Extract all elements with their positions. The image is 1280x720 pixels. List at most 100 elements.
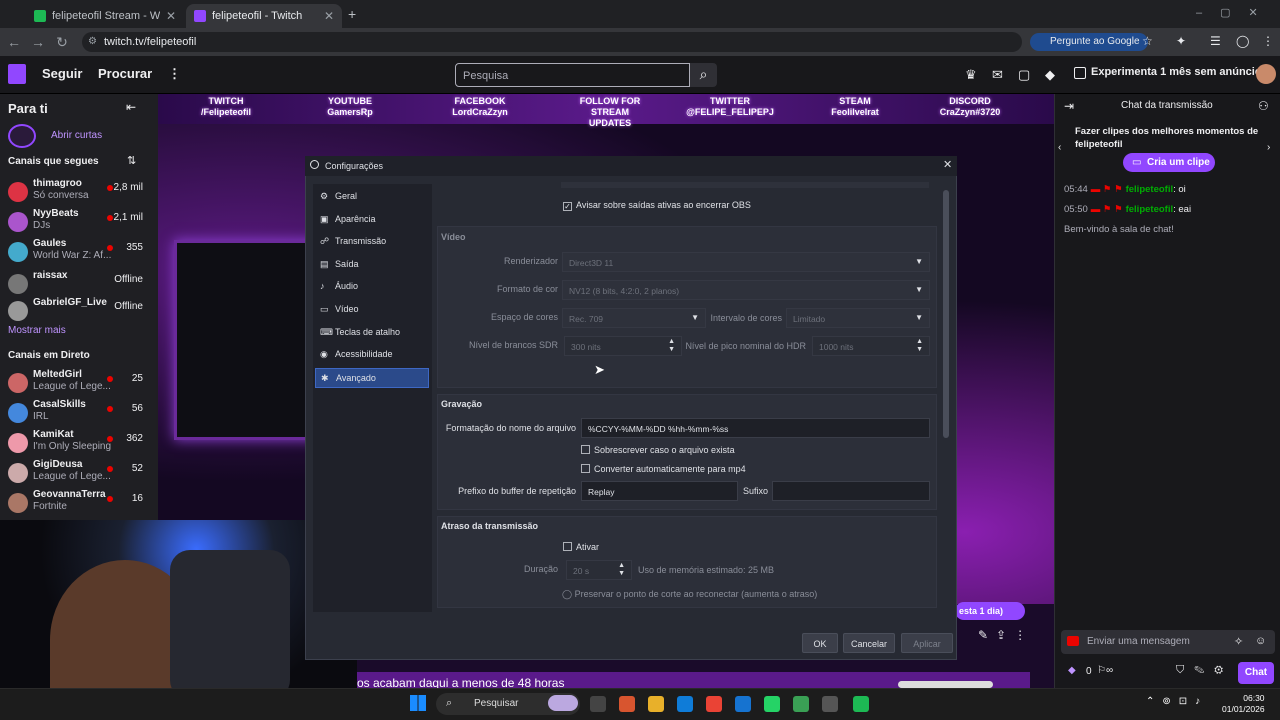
sidebar-channel[interactable]: MeltedGirl League of Lege... 25 [8, 369, 153, 397]
channel-points-icon[interactable]: ◆ [1068, 665, 1076, 676]
browser-tab-active[interactable]: felipeteofil - Twitch ✕ [186, 4, 342, 28]
channel-avatar [8, 373, 28, 393]
settings-nav-item[interactable]: ✱ Avançado [315, 367, 429, 388]
ad-free-promo[interactable]: Experimenta 1 mês sem anúncios [1091, 66, 1268, 78]
settings-nav-item[interactable]: ▣ Aparência [315, 210, 429, 230]
community-icon[interactable]: ⚇ [1258, 99, 1269, 113]
tab-close-icon[interactable]: ✕ [166, 9, 176, 23]
chat-text: : oi [1173, 184, 1186, 195]
search-icon[interactable]: ⌕ [690, 63, 717, 87]
watch-streak-badge[interactable]: esta 1 dia) [955, 602, 1025, 620]
office-icon[interactable] [619, 696, 635, 712]
tab-close-icon[interactable]: ✕ [324, 9, 334, 23]
carousel-next-icon[interactable]: › [1267, 142, 1270, 153]
chat-username[interactable]: felipeteofil [1126, 184, 1174, 195]
new-tab-plus-icon[interactable]: + [348, 6, 356, 22]
bits-icon[interactable]: ◆ [1045, 67, 1055, 83]
mail-icon[interactable] [735, 696, 751, 712]
spotify-icon[interactable] [853, 696, 869, 712]
collapse-sidebar-icon[interactable]: ⇤ [126, 100, 136, 114]
sidebar-channel[interactable]: NyyBeats DJs 2,1 mil [8, 208, 153, 236]
magic-wand-icon[interactable]: ✧ [1234, 635, 1243, 648]
nav-browse[interactable]: Procurar [98, 66, 152, 81]
chat-username[interactable]: felipeteofil [1126, 204, 1174, 215]
extensions-puzzle-icon[interactable]: ✦ [1176, 34, 1186, 48]
sort-icon[interactable]: ⇅ [127, 154, 136, 167]
emote-icon[interactable]: ☺ [1255, 635, 1266, 647]
apply-button[interactable]: Aplicar [901, 633, 953, 653]
whatsapp-icon[interactable] [764, 696, 780, 712]
browser-menu-icon[interactable]: ⋮ [1262, 34, 1274, 48]
window-controls[interactable]: –▢✕ [1196, 6, 1276, 19]
tab-search-icon[interactable]: ☰ [1210, 34, 1221, 48]
search-input[interactable]: Pesquisa [455, 63, 690, 87]
ok-button[interactable]: OK [802, 633, 838, 653]
enable-delay-checkbox[interactable]: Ativar [563, 542, 599, 552]
settings-nav-item[interactable]: ▤ Saída [315, 255, 429, 275]
profile-icon[interactable]: ◯ [1236, 34, 1249, 48]
ask-google-button[interactable]: Pergunte ao Google [1030, 33, 1148, 51]
cancel-button[interactable]: Cancelar [843, 633, 895, 653]
settings-nav-item[interactable]: ☍ Transmissão [315, 232, 429, 252]
autoremux-checkbox[interactable]: Converter automaticamente para mp4 [581, 464, 746, 474]
settings-nav-item[interactable]: ♪ Áudio [315, 277, 429, 297]
bookmark-star-icon[interactable]: ☆ [1142, 34, 1153, 48]
chat-tool-icons[interactable]: ⛉✎⚙ [1176, 664, 1233, 677]
replay-prefix-input[interactable]: Replay [581, 481, 738, 501]
inbox-icon[interactable]: ✉ [992, 67, 1003, 83]
obs-taskbar-icon[interactable] [822, 696, 838, 712]
settings-nav-icon: ▤ [320, 258, 329, 269]
sidebar-channel[interactable]: raissax Offline [8, 270, 153, 298]
system-tray-icons[interactable]: ⌃⊚⊡♪ [1146, 696, 1208, 707]
tab-favicon-icon [34, 10, 46, 22]
warn-active-outputs-checkbox[interactable]: ✓ Avisar sobre saídas ativas ao encerrar … [563, 200, 751, 211]
sidebar-channel[interactable]: thimagroo Só conversa 2,8 mil [8, 178, 153, 206]
viewer-count: Offline [114, 274, 143, 285]
sidebar-channel[interactable]: GigiDeusa League of Lege... 52 [8, 459, 153, 487]
suffix-input[interactable] [772, 481, 930, 501]
site-info-icon[interactable]: ⚙ [88, 36, 97, 47]
edge-icon[interactable] [677, 696, 693, 712]
sidebar-channel[interactable]: GeovannaTerra Fortnite 16 [8, 489, 153, 517]
url-bar[interactable]: twitch.tv/felipeteofil [82, 32, 1022, 52]
twitch-logo-icon[interactable] [8, 64, 26, 84]
open-clips-link[interactable]: Abrir curtas [51, 130, 102, 141]
collapse-chat-icon[interactable]: ⇥ [1064, 99, 1074, 113]
chat-send-button[interactable]: Chat [1238, 662, 1274, 684]
user-avatar[interactable] [1256, 64, 1276, 84]
settings-nav-item[interactable]: ▭ Vídeo [315, 300, 429, 320]
sidebar-channel[interactable]: GabrielGF_Live Offline [8, 297, 153, 325]
chrome-icon[interactable] [706, 696, 722, 712]
show-more-link[interactable]: Mostrar mais [8, 325, 66, 336]
overwrite-checkbox[interactable]: Sobrescrever caso o arquivo exista [581, 445, 735, 455]
content-scrollbar[interactable] [943, 190, 949, 438]
carousel-prev-icon[interactable]: ‹ [1058, 142, 1061, 153]
browser-tab[interactable]: felipeteofil Stream - Watch Live ✕ [26, 4, 184, 28]
viewer-count: 2,1 mil [113, 212, 143, 223]
nav-more-icon[interactable]: ⋮ [168, 66, 181, 82]
filename-format-input[interactable]: %CCYY-%MM-%DD %hh-%mm-%ss [581, 418, 930, 438]
settings-nav-item[interactable]: ◉ Acessibilidade [315, 345, 429, 365]
app-icon[interactable] [793, 696, 809, 712]
settings-nav-item[interactable]: ⚙ Geral [315, 187, 429, 207]
promo-pill [898, 681, 993, 688]
file-explorer-icon[interactable] [648, 696, 664, 712]
taskbar-clock[interactable]: 06:30 01/01/2026 [1222, 693, 1265, 715]
windows-start-icon[interactable] [410, 695, 426, 711]
sidebar-channel[interactable]: CasalSkills IRL 56 [8, 399, 153, 427]
back-arrow-icon[interactable]: ← [2, 34, 26, 50]
settings-nav-item[interactable]: ⌨ Teclas de atalho [315, 323, 429, 343]
sidebar-channel[interactable]: KamiKat I'm Only Sleeping 362 [8, 429, 153, 457]
nav-following[interactable]: Seguir [42, 66, 82, 81]
player-action-icons[interactable]: ✎⇪⋮ [978, 628, 1034, 642]
close-icon[interactable]: ✕ [943, 158, 952, 171]
task-view-icon[interactable] [590, 696, 606, 712]
reload-icon[interactable]: ↻ [50, 34, 74, 51]
clips-avatar[interactable] [8, 124, 36, 148]
viewer-count: 52 [131, 463, 143, 474]
whispers-icon[interactable]: ▢ [1018, 67, 1030, 83]
sidebar-channel[interactable]: Gaules World War Z: Af... 355 [8, 238, 153, 266]
forward-arrow-icon[interactable]: → [26, 34, 50, 50]
prime-crown-icon[interactable]: ♛ [965, 67, 977, 83]
settings-nav-icon: ♪ [320, 281, 325, 292]
